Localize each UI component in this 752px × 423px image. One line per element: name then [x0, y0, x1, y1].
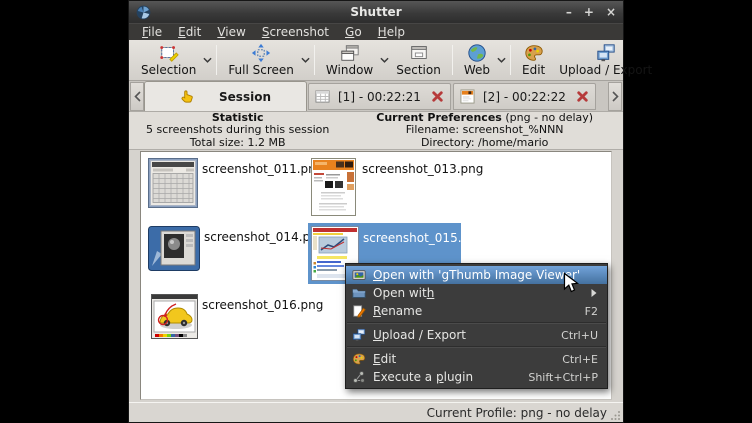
file-label-013[interactable]: screenshot_013.png	[362, 162, 483, 176]
tab-screenshot-2[interactable]: [2] - 00:22:22	[453, 83, 596, 110]
file-label-015: screenshot_015.png	[363, 231, 484, 245]
toolbar-separator	[510, 45, 511, 75]
tab-scroll-left-button[interactable]	[130, 82, 144, 111]
plugin-icon	[352, 370, 366, 384]
open-with-folder-icon	[352, 286, 366, 300]
context-menu-execute-plugin[interactable]: Execute a plugin Shift+Ctrl+P	[346, 368, 607, 386]
edit-palette-icon	[352, 352, 366, 366]
context-menu-rename[interactable]: Rename F2	[346, 302, 607, 320]
section-icon	[409, 43, 429, 63]
shortcut-label: Shift+Ctrl+P	[528, 371, 598, 384]
upload-export-icon	[352, 328, 366, 342]
file-label-016[interactable]: screenshot_016.png	[202, 298, 323, 312]
statistic-line1: 5 screenshots during this session	[129, 124, 346, 137]
tab-close-icon[interactable]	[431, 90, 444, 103]
window-title: Shutter	[129, 5, 623, 19]
session-hand-icon	[180, 89, 195, 104]
menu-go[interactable]: Go	[337, 24, 370, 40]
window-dropdown[interactable]	[380, 40, 389, 80]
minimize-button[interactable]: –	[566, 5, 572, 19]
window-icon	[340, 43, 360, 63]
tab-close-icon[interactable]	[576, 90, 589, 103]
chevron-down-icon	[301, 57, 310, 63]
statistic-column: Statistic 5 screenshots during this sess…	[129, 112, 346, 149]
tab-2-label: [2] - 00:22:22	[483, 90, 566, 104]
webpage-thumb-icon	[460, 89, 475, 104]
shortcut-label: Ctrl+E	[562, 353, 598, 366]
selection-icon	[159, 43, 179, 63]
tab-scroll-right-button[interactable]	[608, 82, 622, 111]
thumbnail-screenshot-011[interactable]	[148, 158, 198, 208]
preferences-line2: Directory: /home/mario	[346, 137, 623, 150]
file-label-011[interactable]: screenshot_011.png	[202, 162, 323, 176]
close-button[interactable]: ×	[606, 5, 616, 19]
current-profile-status: Current Profile: png - no delay	[427, 406, 607, 420]
toolbar-separator	[216, 45, 217, 75]
submenu-arrow-icon	[590, 288, 598, 298]
status-bar: Current Profile: png - no delay	[129, 402, 623, 422]
tab-session[interactable]: Session	[144, 81, 307, 111]
chevron-down-icon	[203, 57, 212, 63]
menu-view[interactable]: View	[209, 24, 253, 40]
tab-session-label: Session	[219, 90, 271, 104]
selection-button[interactable]: Selection	[134, 42, 203, 78]
window-button[interactable]: Window	[319, 42, 380, 78]
rename-pencil-icon	[352, 304, 366, 318]
chevron-right-icon	[612, 91, 619, 102]
chevron-left-icon	[134, 91, 141, 102]
titlebar[interactable]: Shutter – + ×	[129, 1, 623, 23]
statistic-line2: Total size: 1.2 MB	[129, 137, 346, 150]
menu-help[interactable]: Help	[370, 24, 413, 40]
menu-separator	[347, 322, 606, 324]
fullscreen-icon	[251, 43, 271, 63]
preferences-line1: Filename: screenshot_%NNN	[346, 124, 623, 137]
menu-edit[interactable]: Edit	[170, 24, 209, 40]
session-info-panel: Statistic 5 screenshots during this sess…	[129, 112, 623, 150]
toolbar-separator	[314, 45, 315, 75]
gthumb-viewer-icon	[352, 268, 366, 282]
chevron-down-icon	[380, 57, 389, 63]
resize-grip[interactable]	[611, 410, 621, 420]
selection-dropdown[interactable]	[203, 40, 212, 80]
context-menu-upload-export[interactable]: Upload / Export Ctrl+U	[346, 326, 607, 344]
menu-separator	[347, 346, 606, 348]
thumbnail-screenshot-016[interactable]	[151, 294, 198, 339]
full-screen-button[interactable]: Full Screen	[221, 42, 301, 78]
section-button[interactable]: Section	[389, 42, 448, 78]
chevron-down-icon	[497, 57, 506, 63]
tab-1-label: [1] - 00:22:21	[338, 90, 421, 104]
spreadsheet-thumb-icon	[315, 89, 330, 104]
upload-export-button[interactable]: Upload / Export	[552, 42, 659, 78]
web-dropdown[interactable]	[497, 40, 506, 80]
thumbnail-screenshot-014[interactable]	[148, 226, 200, 271]
shutter-logo-icon	[136, 5, 151, 20]
upload-export-icon	[596, 43, 616, 63]
web-button[interactable]: Web	[457, 42, 497, 78]
toolbar-separator	[452, 45, 453, 75]
maximize-button[interactable]: +	[584, 5, 594, 19]
mouse-cursor-icon	[563, 272, 580, 295]
preferences-column: Current Preferences (png - no delay) Fil…	[346, 112, 623, 149]
menu-file[interactable]: File	[134, 24, 170, 40]
edit-button[interactable]: Edit	[515, 42, 552, 78]
toolbar: Selection Full Screen	[129, 40, 623, 81]
tab-bar: Session [1] - 00:22:21	[129, 81, 623, 112]
context-menu-edit[interactable]: Edit Ctrl+E	[346, 350, 607, 368]
full-screen-dropdown[interactable]	[301, 40, 310, 80]
menubar: File Edit View Screenshot Go Help	[129, 23, 623, 40]
tab-screenshot-1[interactable]: [1] - 00:22:21	[308, 83, 451, 110]
thumbnail-screenshot-013[interactable]	[311, 158, 356, 216]
screen: Shutter – + × File Edit View Screenshot …	[0, 0, 752, 423]
web-icon	[467, 43, 487, 63]
shortcut-label: F2	[585, 305, 598, 318]
menu-screenshot[interactable]: Screenshot	[254, 24, 337, 40]
edit-palette-icon	[524, 43, 544, 63]
shortcut-label: Ctrl+U	[561, 329, 598, 342]
